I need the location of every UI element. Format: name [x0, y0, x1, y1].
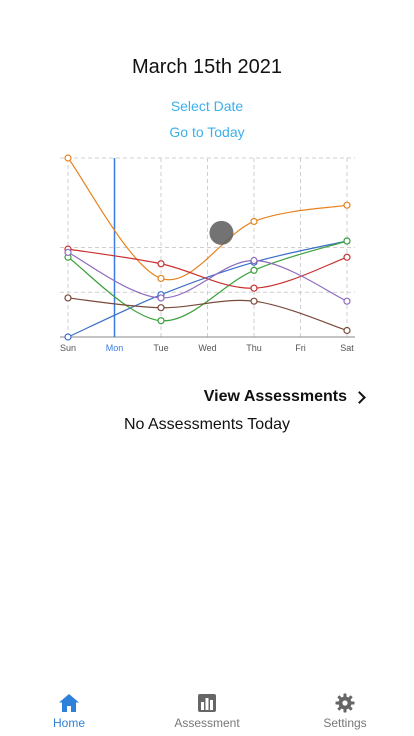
- series-point-0: [64, 154, 72, 162]
- tab-settings-label: Settings: [323, 716, 367, 730]
- x-tick-label: Sat: [340, 343, 354, 353]
- x-tick-label: Tue: [153, 343, 168, 353]
- series-point-5: [157, 304, 165, 312]
- home-screen: March 15th 2021 Select Date Go to Today …: [0, 0, 414, 736]
- tab-assessment-label: Assessment: [174, 716, 240, 730]
- series-point-4: [157, 294, 165, 302]
- tab-settings[interactable]: Settings: [276, 680, 414, 736]
- series-point-0: [250, 217, 258, 226]
- select-date-link[interactable]: Select Date: [0, 98, 414, 114]
- no-assessments-message: No Assessments Today: [123, 416, 290, 433]
- series-point-5: [64, 294, 72, 302]
- series-line-0: [67, 157, 348, 281]
- x-tick-label: Wed: [198, 343, 216, 353]
- series-point-0: [157, 274, 165, 283]
- touch-indicator: [209, 220, 234, 245]
- series-point-4: [343, 297, 351, 305]
- date-title: March 15th 2021: [131, 56, 283, 78]
- series-point-3: [343, 253, 351, 261]
- series-line-3: [67, 248, 348, 289]
- tab-assessment[interactable]: Assessment: [138, 680, 276, 736]
- x-tick-label: Fri: [295, 343, 306, 353]
- view-assessments-label: View Assessments: [203, 388, 347, 405]
- go-to-today-link[interactable]: Go to Today: [0, 124, 414, 140]
- tab-home[interactable]: Home: [0, 680, 138, 736]
- series-point-4: [250, 256, 258, 265]
- x-tick-label: Thu: [246, 343, 262, 353]
- x-tick-label: Sun: [60, 343, 76, 353]
- bottom-tab-bar: Home Assessment Settings: [0, 680, 414, 736]
- series-point-4: [64, 248, 72, 256]
- series-point-2: [343, 237, 351, 245]
- gear-icon: [335, 693, 355, 713]
- chevron-right-icon: [353, 390, 366, 404]
- view-assessments-link[interactable]: View Assessments: [203, 388, 366, 406]
- series-point-5: [343, 326, 351, 335]
- series-point-2: [250, 266, 258, 274]
- series-point-3: [157, 260, 165, 268]
- x-tick-label: Mon: [106, 343, 124, 353]
- series-point-2: [157, 317, 165, 325]
- chart-svg[interactable]: Sun Mon Tue Wed Thu Fri Sat: [50, 150, 364, 360]
- weekly-chart[interactable]: Sun Mon Tue Wed Thu Fri Sat: [50, 150, 364, 360]
- series-point-1: [64, 333, 72, 341]
- tab-home-label: Home: [52, 716, 85, 730]
- home-icon: [59, 694, 79, 712]
- bar-chart-icon: [198, 694, 216, 712]
- series-point-3: [250, 284, 258, 292]
- series-point-0: [343, 201, 351, 209]
- series-point-5: [250, 297, 258, 305]
